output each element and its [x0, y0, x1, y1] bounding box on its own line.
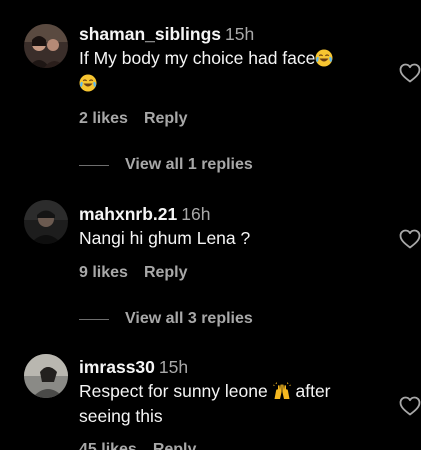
comment-meta: 2 likes Reply [79, 110, 188, 128]
comments-panel: shaman_siblings 15h If My body my choice … [0, 0, 421, 450]
comment-text-content: Respect for sunny leone [79, 381, 268, 401]
comment-time: 15h [225, 24, 255, 44]
reply-button[interactable]: Reply [153, 441, 197, 450]
like-heart-icon[interactable] [399, 229, 421, 249]
comment-text-content: If My body my choice had face [79, 48, 316, 68]
comment-meta: 9 likes Reply [79, 264, 188, 282]
like-heart-icon[interactable] [399, 396, 421, 416]
likes-count[interactable]: 45 likes [79, 441, 137, 450]
view-replies-button[interactable]: View all 3 replies [79, 309, 253, 329]
like-heart-icon[interactable] [399, 63, 421, 83]
view-replies-label[interactable]: View all 1 replies [125, 156, 253, 174]
comment-text: If My body my choice had face [79, 46, 383, 96]
avatar[interactable] [24, 200, 68, 244]
likes-count[interactable]: 9 likes [79, 264, 128, 281]
view-replies-button[interactable]: View all 1 replies [79, 155, 253, 175]
face-with-tears-of-joy-icon [79, 74, 97, 92]
comment-meta: 45 likes Reply [79, 441, 196, 450]
comment-text: Nangi hi ghum Lena ? [79, 228, 251, 248]
replies-divider [79, 164, 109, 166]
avatar[interactable] [24, 24, 68, 68]
reply-button[interactable]: Reply [144, 264, 188, 281]
replies-divider [79, 318, 109, 320]
avatar[interactable] [24, 354, 68, 398]
reply-button[interactable]: Reply [144, 110, 188, 127]
comment-text: Respect for sunny leone after seeing thi… [79, 379, 383, 429]
face-with-tears-of-joy-icon [315, 49, 333, 67]
likes-count[interactable]: 2 likes [79, 110, 128, 127]
comment-time: 16h [181, 204, 211, 224]
comment-username[interactable]: mahxnrb.21 [79, 204, 177, 224]
comment-username[interactable]: imrass30 [79, 357, 155, 377]
comment-time: 15h [158, 357, 189, 377]
comment-username[interactable]: shaman_siblings [79, 24, 221, 44]
view-replies-label[interactable]: View all 3 replies [125, 310, 253, 328]
raising-hands-icon [272, 382, 291, 400]
